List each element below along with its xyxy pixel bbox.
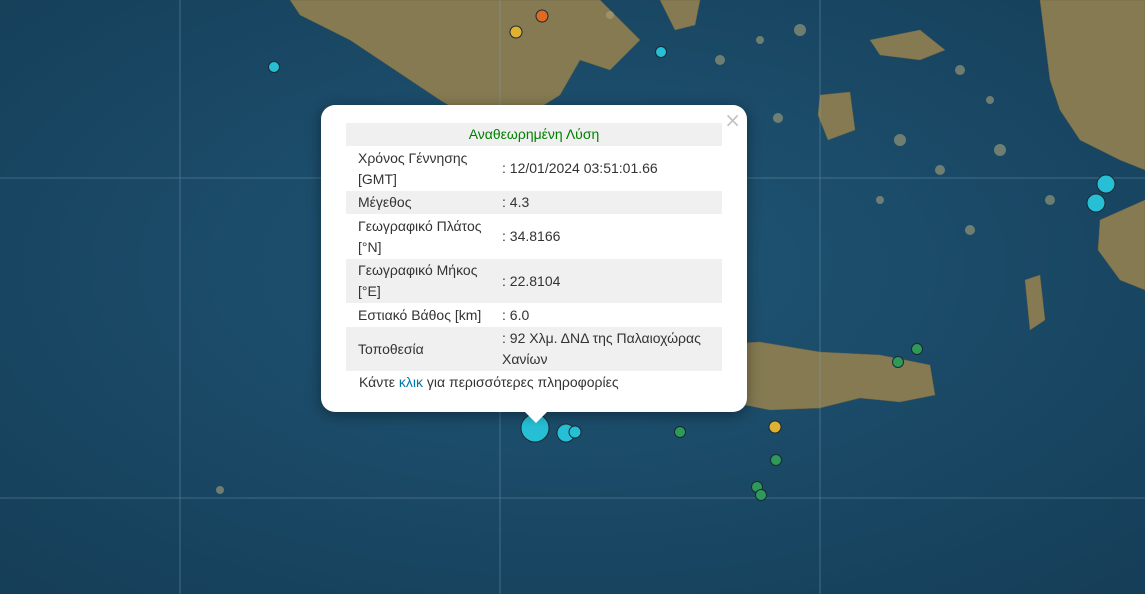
close-icon[interactable]: × (724, 109, 741, 131)
islet-1 (606, 11, 614, 19)
row-value: : 22.8104 (498, 259, 722, 303)
row-value: : 34.8166 (502, 228, 561, 244)
row-label: Τοποθεσία (346, 327, 498, 371)
row-value: : 4.3 (498, 191, 722, 214)
islet-4 (794, 24, 806, 36)
row-value: : 92 Χλμ. ΔΝΔ της Παλαιοχώρας Χανίων (498, 327, 722, 371)
table-row: Μέγεθος : 4.3 (346, 191, 722, 214)
islet-12 (1045, 195, 1055, 205)
islet-2 (715, 55, 725, 65)
table-row: Γεωγραφικό Πλάτος [°N] : 34.8166 (346, 214, 722, 259)
table-row: Χρόνος Γέννησης [GMT] : 12/01/2024 03:51… (346, 146, 722, 191)
footer-text-before: Κάντε (359, 374, 399, 390)
row-value: : 12/01/2024 03:51:01.66 (502, 160, 658, 176)
earthquake-marker[interactable] (911, 343, 923, 355)
popup-details-table: Αναθεωρημένη Λύση Χρόνος Γέννησης [GMT] … (346, 123, 722, 371)
islet-11 (965, 225, 975, 235)
earthquake-marker[interactable] (568, 425, 582, 439)
islet-9 (994, 144, 1006, 156)
row-label: Μέγεθος (346, 191, 498, 214)
islet-14 (773, 113, 783, 123)
earthquake-marker[interactable] (768, 420, 782, 434)
earthquake-marker[interactable] (268, 61, 280, 73)
islet-10 (876, 196, 884, 204)
popup-title: Αναθεωρημένη Λύση (346, 123, 722, 146)
earthquake-marker[interactable] (755, 489, 767, 501)
row-label: Γεωγραφικό Μήκος [°E] (346, 259, 498, 303)
table-row: Τοποθεσία : 92 Χλμ. ΔΝΔ της Παλαιοχώρας … (346, 327, 722, 371)
row-label: Εστιακό Βάθος [km] (358, 306, 482, 323)
popup-footer: Κάντε κλικ για περισσότερες πληροφορίες (359, 374, 619, 390)
row-label: Γεωγραφικό Πλάτος [°N] (358, 217, 482, 255)
popup-tip (524, 411, 548, 423)
islet-6 (986, 96, 994, 104)
earthquake-marker[interactable] (892, 356, 904, 368)
row-label: Χρόνος Γέννησης [GMT] (358, 149, 468, 187)
islet-13 (216, 486, 224, 494)
earthquake-marker[interactable] (770, 454, 782, 466)
islet-5 (955, 65, 965, 75)
more-info-link[interactable]: κλικ (399, 374, 423, 390)
earthquake-marker[interactable] (535, 9, 549, 23)
islet-3 (756, 36, 764, 44)
earthquake-marker[interactable] (655, 46, 667, 58)
earthquake-marker[interactable] (1096, 174, 1116, 194)
islet-8 (935, 165, 945, 175)
popup-title-row: Αναθεωρημένη Λύση (346, 123, 722, 146)
footer-text-after: για περισσότερες πληροφορίες (423, 374, 619, 390)
earthquake-marker[interactable] (509, 25, 523, 39)
earthquake-popup: × Αναθεωρημένη Λύση Χρόνος Γέννησης [GMT… (321, 105, 747, 412)
earthquake-marker[interactable] (674, 426, 686, 438)
table-row: Γεωγραφικό Μήκος [°E] : 22.8104 (346, 259, 722, 303)
earthquake-marker[interactable] (1086, 193, 1106, 213)
row-value: : 6.0 (502, 306, 530, 323)
table-row: Εστιακό Βάθος [km] : 6.0 (346, 303, 722, 327)
islet-7 (894, 134, 906, 146)
